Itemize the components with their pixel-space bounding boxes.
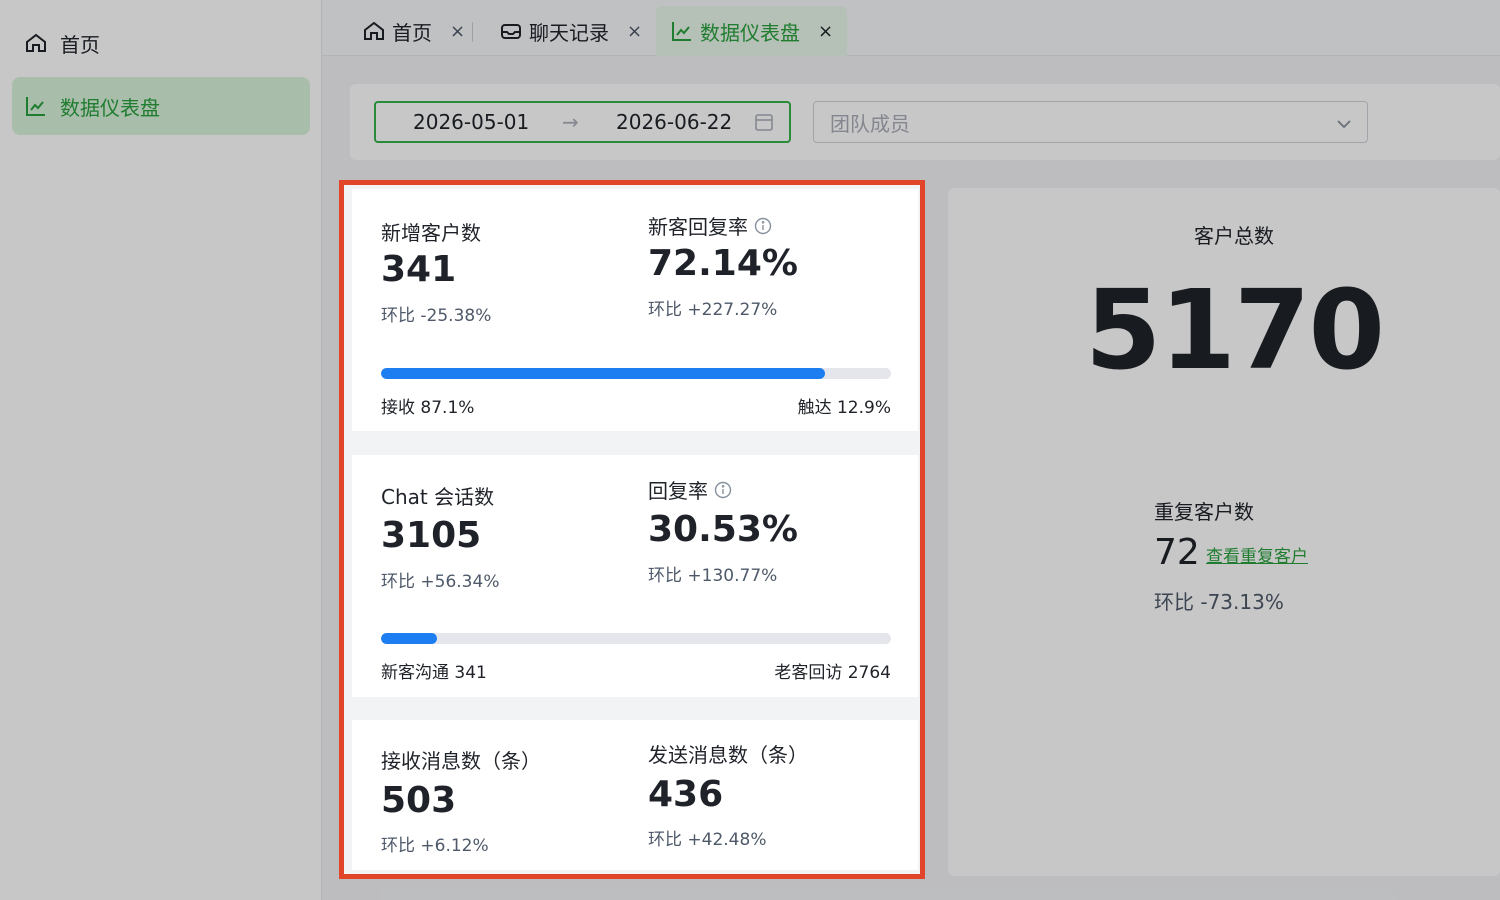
team-member-placeholder: 团队成员 bbox=[830, 111, 910, 136]
tab-label: 首页 bbox=[392, 20, 432, 45]
tab-home[interactable]: 首页 × bbox=[348, 6, 479, 56]
sidebar-item-label: 数据仪表盘 bbox=[60, 95, 160, 120]
tab-label: 聊天记录 bbox=[529, 20, 609, 45]
receive-label: 接收 87.1% bbox=[381, 398, 475, 418]
home-icon bbox=[362, 19, 386, 43]
home-icon bbox=[24, 31, 48, 55]
chart-icon bbox=[24, 94, 48, 118]
new-customers-change: 环比 -25.38% bbox=[381, 306, 492, 326]
tab-chat-records[interactable]: 聊天记录 × bbox=[485, 6, 656, 56]
metric-cards-highlight: 新增客户数 341 环比 -25.38% 新客回复率 72.14% 环比 +22… bbox=[339, 180, 925, 879]
info-icon[interactable] bbox=[714, 481, 732, 499]
sent-messages-value: 436 bbox=[648, 774, 724, 815]
sent-messages-change: 环比 +42.48% bbox=[648, 830, 767, 850]
close-icon[interactable]: × bbox=[818, 21, 833, 42]
chevron-down-icon bbox=[1335, 114, 1353, 132]
new-customers-label: 新增客户数 bbox=[381, 221, 481, 245]
customer-summary-panel: 客户总数 5170 重复客户数 72 查看重复客户 环比 -73.13% bbox=[948, 188, 1500, 876]
arrow-right-icon: → bbox=[562, 110, 579, 134]
reach-label: 触达 12.9% bbox=[797, 398, 891, 418]
progress-fill bbox=[381, 633, 438, 644]
new-vs-returning-progress bbox=[381, 633, 891, 644]
received-messages-value: 503 bbox=[381, 780, 457, 821]
total-customers-label: 客户总数 bbox=[1194, 224, 1274, 248]
tab-dashboard[interactable]: 数据仪表盘 × bbox=[656, 6, 848, 56]
reply-rate-change: 环比 +130.77% bbox=[648, 566, 778, 586]
tab-divider bbox=[472, 22, 473, 42]
view-repeat-customers-link[interactable]: 查看重复客户 bbox=[1206, 542, 1308, 567]
chat-sessions-card: Chat 会话数 3105 环比 +56.34% 回复率 30.53% 环比 +… bbox=[352, 455, 918, 697]
messages-card: 接收消息数（条） 503 环比 +6.12% 发送消息数（条） 436 环比 +… bbox=[352, 720, 918, 870]
info-icon[interactable] bbox=[754, 217, 772, 235]
new-reply-rate-change: 环比 +227.27% bbox=[648, 300, 778, 320]
repeat-customers-value: 72 bbox=[1154, 532, 1200, 573]
new-customers-value: 341 bbox=[381, 249, 457, 290]
received-messages-change: 环比 +6.12% bbox=[381, 836, 489, 856]
sidebar-item-home[interactable]: 首页 bbox=[12, 14, 310, 72]
progress-fill bbox=[381, 368, 826, 379]
end-date[interactable]: 2026-06-22 bbox=[616, 110, 732, 134]
filter-bar: 2026-05-01 → 2026-06-22 团队成员 bbox=[350, 84, 1500, 160]
new-reply-rate-label: 新客回复率 bbox=[648, 211, 772, 240]
reply-rate-label: 回复率 bbox=[648, 475, 732, 504]
sidebar-item-label: 首页 bbox=[60, 32, 100, 57]
returning-customer-label: 老客回访 2764 bbox=[774, 663, 891, 683]
sent-messages-label: 发送消息数（条） bbox=[648, 743, 808, 767]
new-reply-rate-value: 72.14% bbox=[648, 243, 798, 284]
start-date[interactable]: 2026-05-01 bbox=[413, 110, 529, 134]
new-customers-card: 新增客户数 341 环比 -25.38% 新客回复率 72.14% 环比 +22… bbox=[352, 189, 918, 431]
tab-label: 数据仪表盘 bbox=[700, 20, 800, 45]
receive-reach-progress bbox=[381, 368, 891, 379]
received-messages-label: 接收消息数（条） bbox=[381, 749, 541, 773]
close-icon[interactable]: × bbox=[627, 21, 642, 42]
sidebar-item-dashboard[interactable]: 数据仪表盘 bbox=[12, 77, 310, 135]
close-icon[interactable]: × bbox=[450, 21, 465, 42]
date-range-picker[interactable]: 2026-05-01 → 2026-06-22 bbox=[374, 101, 791, 143]
chat-sessions-change: 环比 +56.34% bbox=[381, 572, 500, 592]
tab-bar: 首页 × 聊天记录 × 数据仪表盘 × bbox=[322, 0, 1500, 56]
new-customer-chat-label: 新客沟通 341 bbox=[381, 663, 487, 683]
reply-rate-value: 30.53% bbox=[648, 509, 798, 550]
repeat-customers-change: 环比 -73.13% bbox=[1154, 590, 1284, 614]
repeat-customers-label: 重复客户数 bbox=[1154, 500, 1254, 524]
chat-sessions-label: Chat 会话数 bbox=[381, 485, 495, 509]
team-member-select[interactable]: 团队成员 bbox=[813, 101, 1368, 143]
calendar-icon[interactable] bbox=[754, 112, 774, 132]
sidebar: 首页 数据仪表盘 bbox=[0, 0, 322, 900]
chart-icon bbox=[670, 19, 694, 43]
chat-sessions-value: 3105 bbox=[381, 515, 482, 556]
inbox-icon bbox=[499, 19, 523, 43]
total-customers-value: 5170 bbox=[1084, 266, 1385, 394]
